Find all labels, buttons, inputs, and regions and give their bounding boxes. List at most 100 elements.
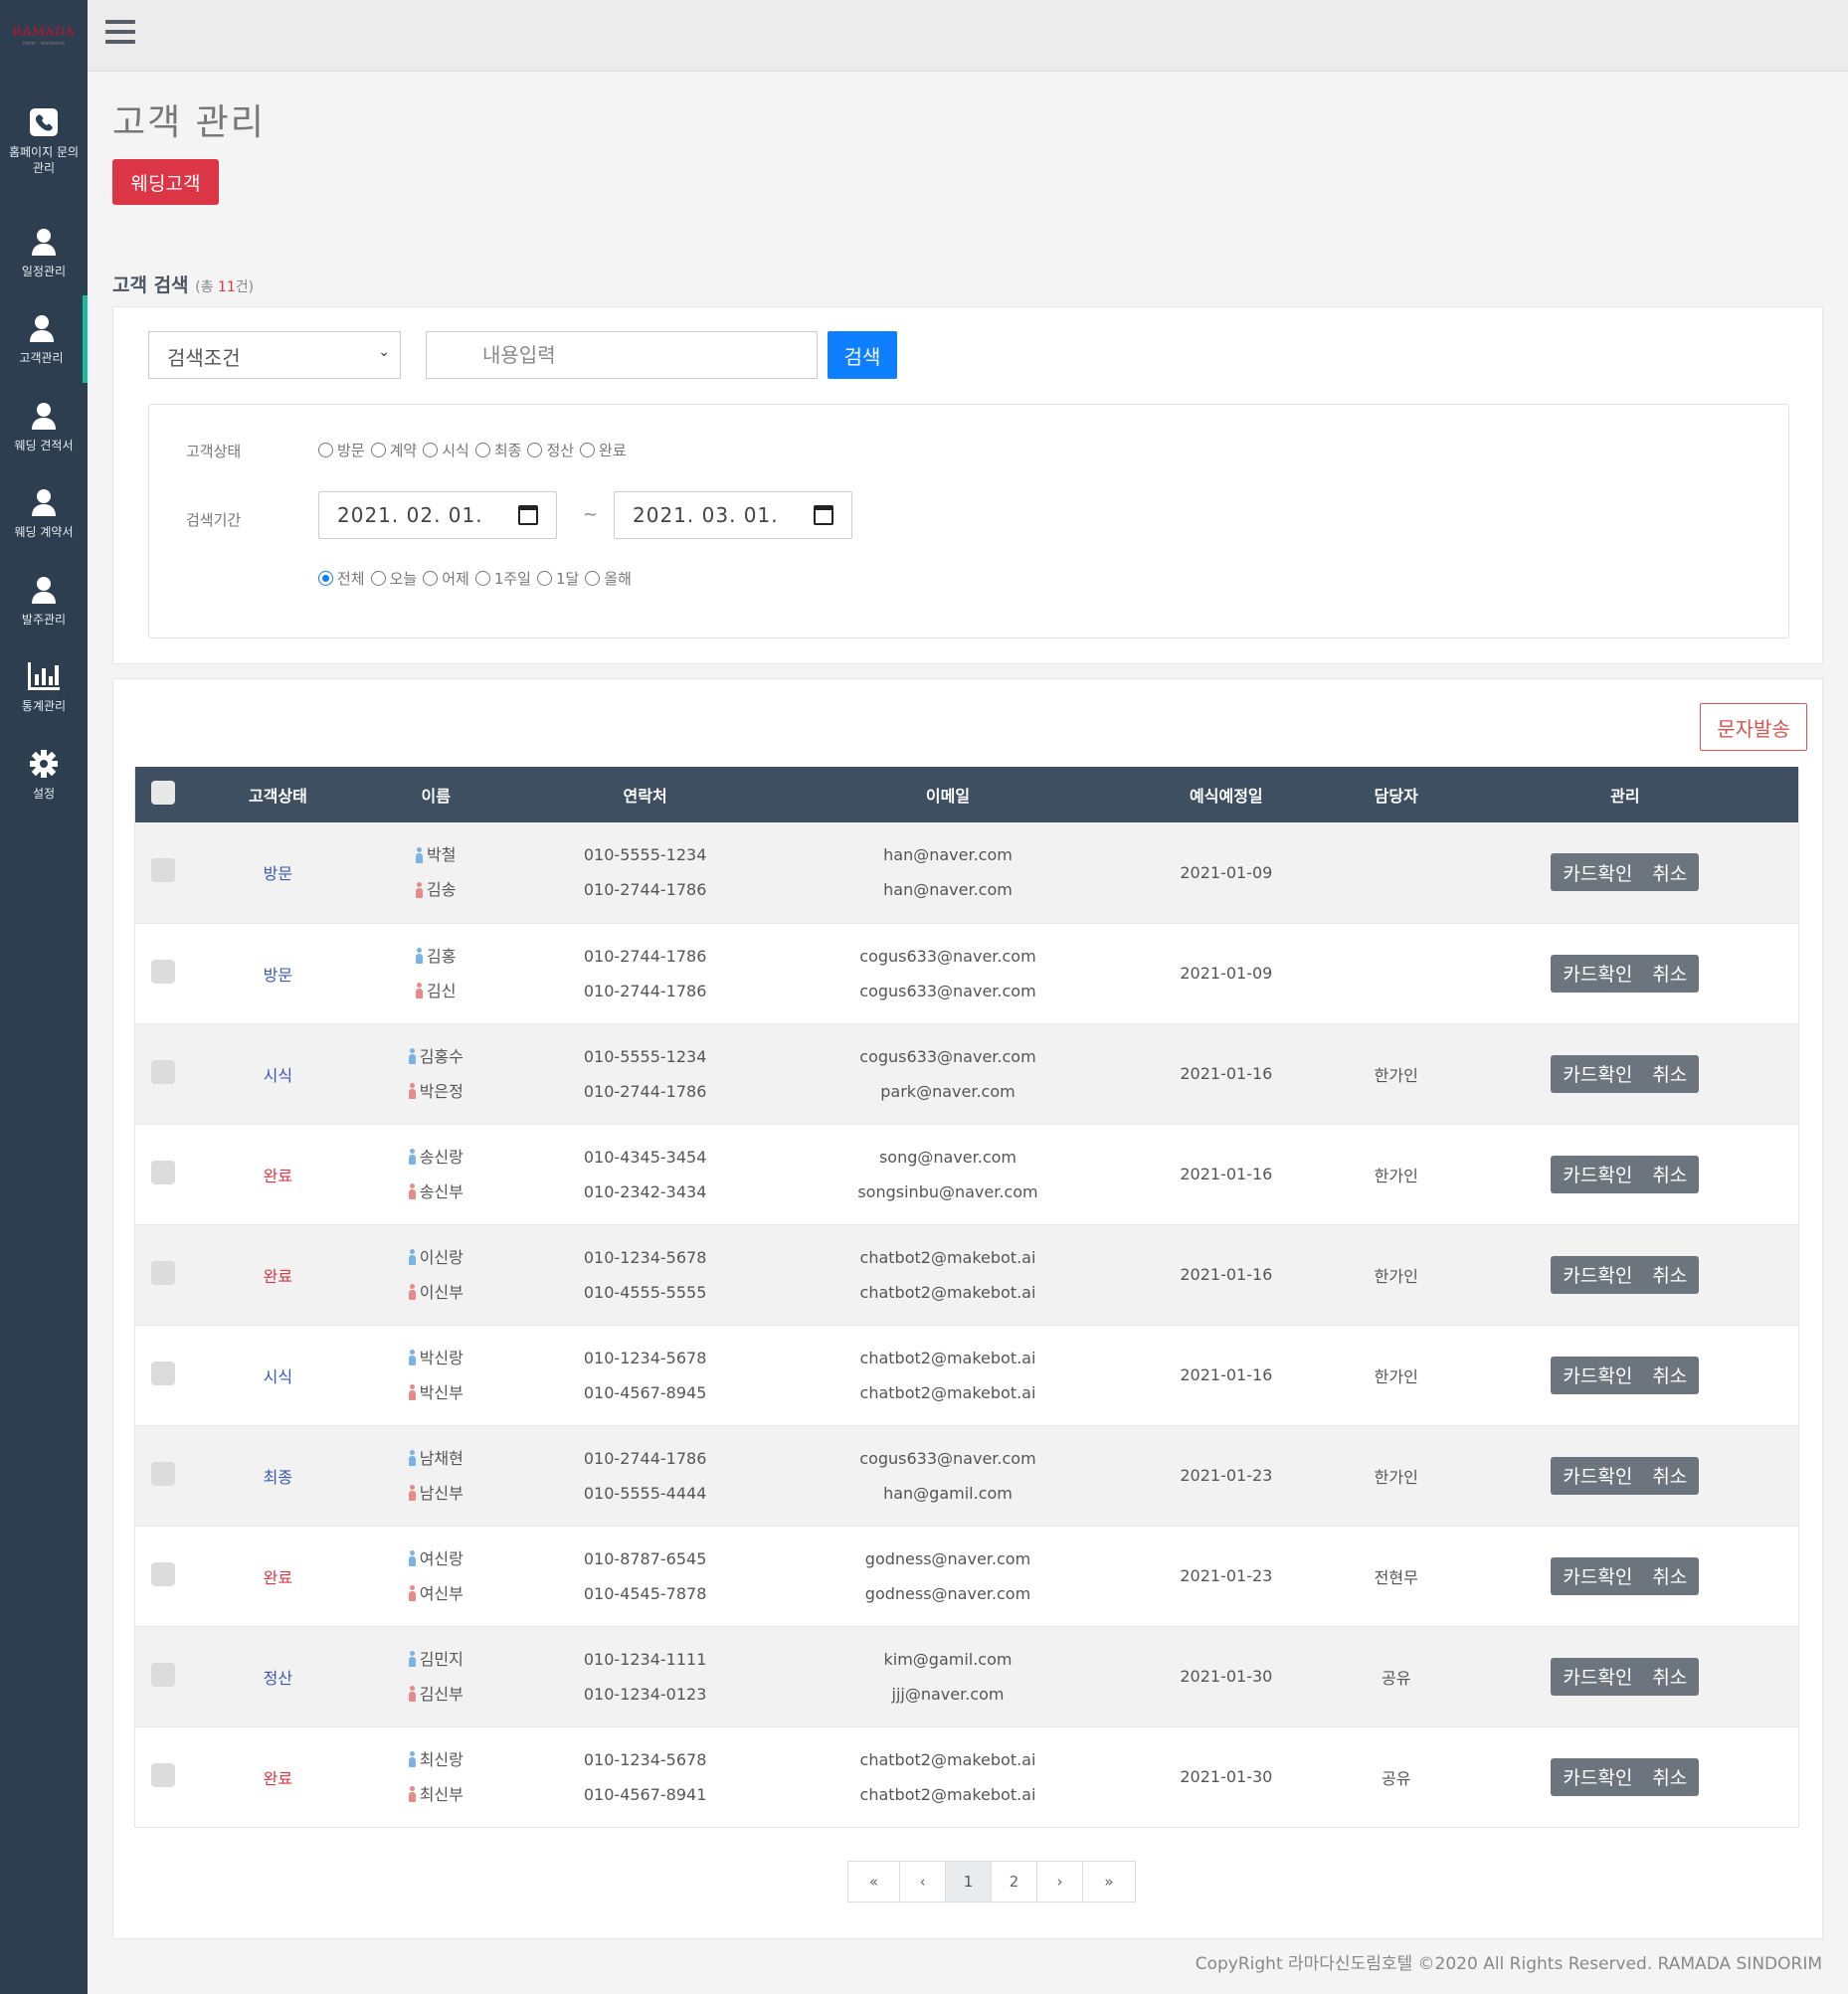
next-page-button[interactable]: › bbox=[1037, 1862, 1083, 1902]
status-badge[interactable]: 완료 bbox=[264, 1568, 292, 1587]
male-icon bbox=[408, 1651, 416, 1667]
status-radio-settlement[interactable]: 정산 bbox=[527, 440, 574, 460]
page-button-1[interactable]: 1 bbox=[946, 1862, 992, 1902]
row-action-group: 카드확인 취소 bbox=[1551, 954, 1700, 993]
status-radio-complete[interactable]: 완료 bbox=[580, 440, 627, 460]
logo-subtext: hotel · residence bbox=[23, 41, 65, 47]
cancel-button[interactable]: 취소 bbox=[1652, 1161, 1687, 1187]
search-input[interactable] bbox=[426, 331, 818, 379]
card-check-button[interactable]: 카드확인 bbox=[1563, 1161, 1632, 1187]
card-check-button[interactable]: 카드확인 bbox=[1563, 960, 1632, 987]
sidebar-item-schedule[interactable]: 일정관리 bbox=[0, 209, 88, 296]
bride-name: 김신부 bbox=[408, 1683, 463, 1706]
first-page-button[interactable]: « bbox=[848, 1862, 900, 1902]
row-checkbox[interactable] bbox=[150, 1260, 175, 1285]
sidebar-item-homepage-inquiry[interactable]: 홈페이지 문의 관리 bbox=[0, 91, 88, 191]
phone-1: 010-2744-1786 bbox=[583, 946, 707, 966]
period-radio-year[interactable]: 올해 bbox=[585, 568, 632, 589]
row-checkbox[interactable] bbox=[150, 1662, 175, 1687]
card-check-button[interactable]: 카드확인 bbox=[1563, 859, 1632, 886]
actions-cell: 카드확인 취소 bbox=[1451, 923, 1799, 1024]
name-cell: 김홍 김신 bbox=[365, 923, 507, 1024]
status-radio-contract[interactable]: 계약 bbox=[370, 440, 417, 460]
status-radio-visit[interactable]: 방문 bbox=[318, 440, 365, 460]
hamburger-menu-icon[interactable] bbox=[105, 20, 135, 48]
phone-1: 010-1234-5678 bbox=[583, 1247, 707, 1267]
status-radio-final[interactable]: 최종 bbox=[474, 440, 521, 460]
card-check-button[interactable]: 카드확인 bbox=[1563, 1763, 1632, 1790]
phone-cell: 010-1234-1111 010-1234-0123 bbox=[506, 1626, 785, 1727]
status-badge[interactable]: 최종 bbox=[264, 1468, 292, 1487]
wedding-customer-button[interactable]: 웨딩고객 bbox=[112, 159, 219, 205]
row-checkbox[interactable] bbox=[150, 858, 175, 883]
status-badge[interactable]: 방문 bbox=[264, 966, 292, 985]
row-checkbox[interactable] bbox=[150, 1561, 175, 1586]
status-badge[interactable]: 완료 bbox=[264, 1167, 292, 1185]
sidebar-item-customers[interactable]: 고객관리 bbox=[0, 295, 88, 383]
status-badge[interactable]: 완료 bbox=[264, 1769, 292, 1788]
card-check-button[interactable]: 카드확인 bbox=[1563, 1663, 1632, 1690]
cancel-button[interactable]: 취소 bbox=[1652, 1261, 1687, 1288]
last-page-button[interactable]: » bbox=[1083, 1862, 1135, 1902]
search-condition-select[interactable]: 검색조건 ⌄ bbox=[148, 331, 401, 379]
groom-name: 이신랑 bbox=[408, 1246, 463, 1269]
card-check-button[interactable]: 카드확인 bbox=[1563, 1462, 1632, 1489]
sidebar-item-settings[interactable]: 설정 bbox=[0, 731, 88, 818]
page-button-2[interactable]: 2 bbox=[992, 1862, 1037, 1902]
send-sms-button[interactable]: 문자발송 bbox=[1700, 703, 1807, 751]
sidebar-item-statistics[interactable]: 통계관리 bbox=[0, 643, 88, 731]
name-cell: 남채현 남신부 bbox=[365, 1425, 507, 1527]
row-checkbox[interactable] bbox=[150, 959, 175, 984]
cancel-button[interactable]: 취소 bbox=[1652, 1462, 1687, 1489]
card-check-button[interactable]: 카드확인 bbox=[1563, 1361, 1632, 1388]
card-check-button[interactable]: 카드확인 bbox=[1563, 1060, 1632, 1087]
period-radio-yesterday[interactable]: 어제 bbox=[423, 568, 469, 589]
cancel-button[interactable]: 취소 bbox=[1652, 1562, 1687, 1589]
bride-name: 여신부 bbox=[408, 1582, 463, 1605]
bride-name-text: 박은정 bbox=[419, 1081, 463, 1101]
row-checkbox[interactable] bbox=[150, 1160, 175, 1184]
calendar-icon[interactable] bbox=[814, 505, 833, 525]
cancel-button[interactable]: 취소 bbox=[1652, 1763, 1687, 1790]
sidebar-item-wedding-contract[interactable]: 웨딩 계약서 bbox=[0, 469, 88, 557]
status-badge[interactable]: 시식 bbox=[264, 1367, 292, 1386]
period-radio-week[interactable]: 1주일 bbox=[474, 568, 531, 589]
status-badge[interactable]: 정산 bbox=[264, 1669, 292, 1688]
cancel-button[interactable]: 취소 bbox=[1652, 1060, 1687, 1087]
email-2: cogus633@naver.com bbox=[859, 981, 1036, 1000]
period-radio-all[interactable]: 전체 bbox=[318, 568, 365, 589]
email-cell: han@naver.com han@naver.com bbox=[784, 822, 1112, 924]
row-checkbox[interactable] bbox=[150, 1059, 175, 1084]
period-radio-month[interactable]: 1달 bbox=[536, 568, 579, 589]
groom-name-text: 김홍수 bbox=[419, 1046, 463, 1066]
top-bar bbox=[88, 0, 1848, 72]
column-header-actions: 관리 bbox=[1610, 787, 1640, 806]
status-badge[interactable]: 방문 bbox=[264, 864, 292, 883]
row-checkbox[interactable] bbox=[150, 1461, 175, 1486]
row-select-cell bbox=[134, 1224, 191, 1326]
period-radio-today[interactable]: 오늘 bbox=[370, 568, 417, 589]
cancel-button[interactable]: 취소 bbox=[1652, 1361, 1687, 1388]
status-badge[interactable]: 시식 bbox=[264, 1066, 292, 1085]
brand-logo[interactable]: RAMADA hotel · residence bbox=[0, 0, 88, 72]
status-badge[interactable]: 완료 bbox=[264, 1267, 292, 1286]
date-from-input[interactable]: 2021. 02. 01. bbox=[318, 491, 557, 539]
sidebar-item-label: 웨딩 견적서 bbox=[14, 439, 74, 453]
cancel-button[interactable]: 취소 bbox=[1652, 1663, 1687, 1690]
select-all-checkbox[interactable] bbox=[150, 781, 175, 805]
cancel-button[interactable]: 취소 bbox=[1652, 859, 1687, 886]
calendar-icon[interactable] bbox=[518, 505, 538, 525]
status-radio-tasting[interactable]: 시식 bbox=[423, 440, 469, 460]
row-checkbox[interactable] bbox=[150, 1762, 175, 1787]
row-select-cell bbox=[134, 1425, 191, 1527]
cancel-button[interactable]: 취소 bbox=[1652, 960, 1687, 987]
prev-page-button[interactable]: ‹ bbox=[900, 1862, 946, 1902]
sidebar-item-wedding-quote[interactable]: 웨딩 견적서 bbox=[0, 383, 88, 470]
card-check-button[interactable]: 카드확인 bbox=[1563, 1261, 1632, 1288]
sidebar-item-orders[interactable]: 발주관리 bbox=[0, 557, 88, 644]
card-check-button[interactable]: 카드확인 bbox=[1563, 1562, 1632, 1589]
search-button[interactable]: 검색 bbox=[828, 331, 897, 379]
row-checkbox[interactable] bbox=[150, 1360, 175, 1385]
date-to-input[interactable]: 2021. 03. 01. bbox=[614, 491, 852, 539]
name-cell: 최신랑 최신부 bbox=[365, 1726, 507, 1828]
